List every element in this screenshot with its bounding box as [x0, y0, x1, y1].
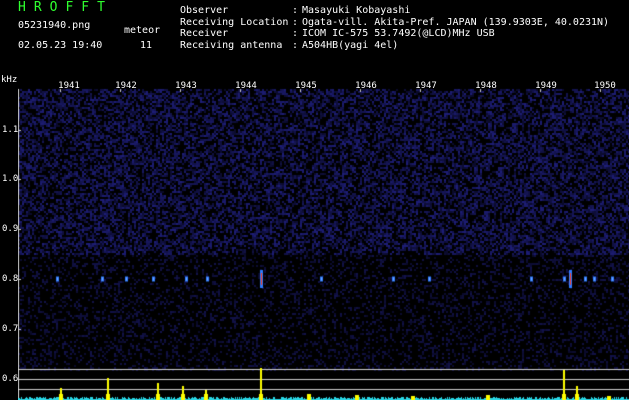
info-value: Ogata-vill. Akita-Pref. JAPAN (139.9303E… — [302, 16, 610, 28]
station-info: Observer : Masayuki Kobayashi Receiving … — [180, 5, 609, 51]
app-title: HROFFT — [18, 0, 113, 15]
meteor-count-value: 11 — [140, 40, 153, 51]
info-key: Observer — [180, 5, 229, 16]
y-axis-unit: kHz — [1, 75, 18, 85]
x-tick-label: 1944 — [235, 81, 257, 91]
x-tick-label: 1949 — [535, 81, 557, 91]
x-tick-label: 1942 — [115, 81, 137, 91]
x-tick-label: 1950 — [594, 81, 616, 91]
info-value: A504HB(yagi 4el) — [302, 39, 399, 51]
timestamp-label: 02.05.23 19:40 — [18, 40, 103, 51]
header-panel: HROFFT 05231940.png 02.05.23 19:40 meteo… — [0, 0, 629, 75]
meteor-count-label: meteor — [124, 25, 161, 36]
info-row-observer: Observer : Masayuki Kobayashi — [180, 5, 609, 17]
x-tick-label: 1947 — [415, 81, 437, 91]
y-tick-label: 0.8 — [2, 274, 19, 284]
info-separator: : — [292, 5, 299, 16]
info-row-receiver: Receiver : ICOM IC-575 53.7492(@LCD)MHz … — [180, 28, 609, 40]
y-tick-label: 1.0 — [2, 174, 19, 184]
y-tick-label: 0.7 — [2, 324, 19, 334]
info-key: Receiving Location — [180, 16, 289, 28]
y-tick-label: 0.9 — [2, 224, 19, 234]
y-tick-label: 0.6 — [2, 374, 19, 384]
x-tick-label: 1941 — [58, 81, 80, 91]
info-value: Masayuki Kobayashi — [302, 5, 411, 16]
filename-label: 05231940.png — [18, 20, 91, 31]
spectrogram-canvas — [18, 75, 629, 400]
info-separator: : — [292, 16, 299, 28]
info-value: ICOM IC-575 53.7492(@LCD)MHz USB — [302, 28, 495, 39]
y-tick-label: 1.1 — [2, 125, 19, 135]
info-separator: : — [292, 28, 299, 39]
info-key: Receiver — [180, 28, 229, 39]
x-tick-label: 1945 — [295, 81, 317, 91]
x-tick-label: 1948 — [475, 81, 497, 91]
spectrogram-panel: kHz 1.1 1.0 0.9 0.8 0.7 0.6 1941 1942 19… — [0, 75, 629, 400]
x-tick-label: 1943 — [175, 81, 197, 91]
y-axis: kHz 1.1 1.0 0.9 0.8 0.7 0.6 — [0, 75, 18, 400]
info-key: Receiving antenna — [180, 39, 283, 51]
info-row-antenna: Receiving antenna : A504HB(yagi 4el) — [180, 40, 609, 52]
x-tick-label: 1946 — [355, 81, 377, 91]
info-row-location: Receiving Location : Ogata-vill. Akita-P… — [180, 17, 609, 29]
info-separator: : — [292, 39, 299, 51]
